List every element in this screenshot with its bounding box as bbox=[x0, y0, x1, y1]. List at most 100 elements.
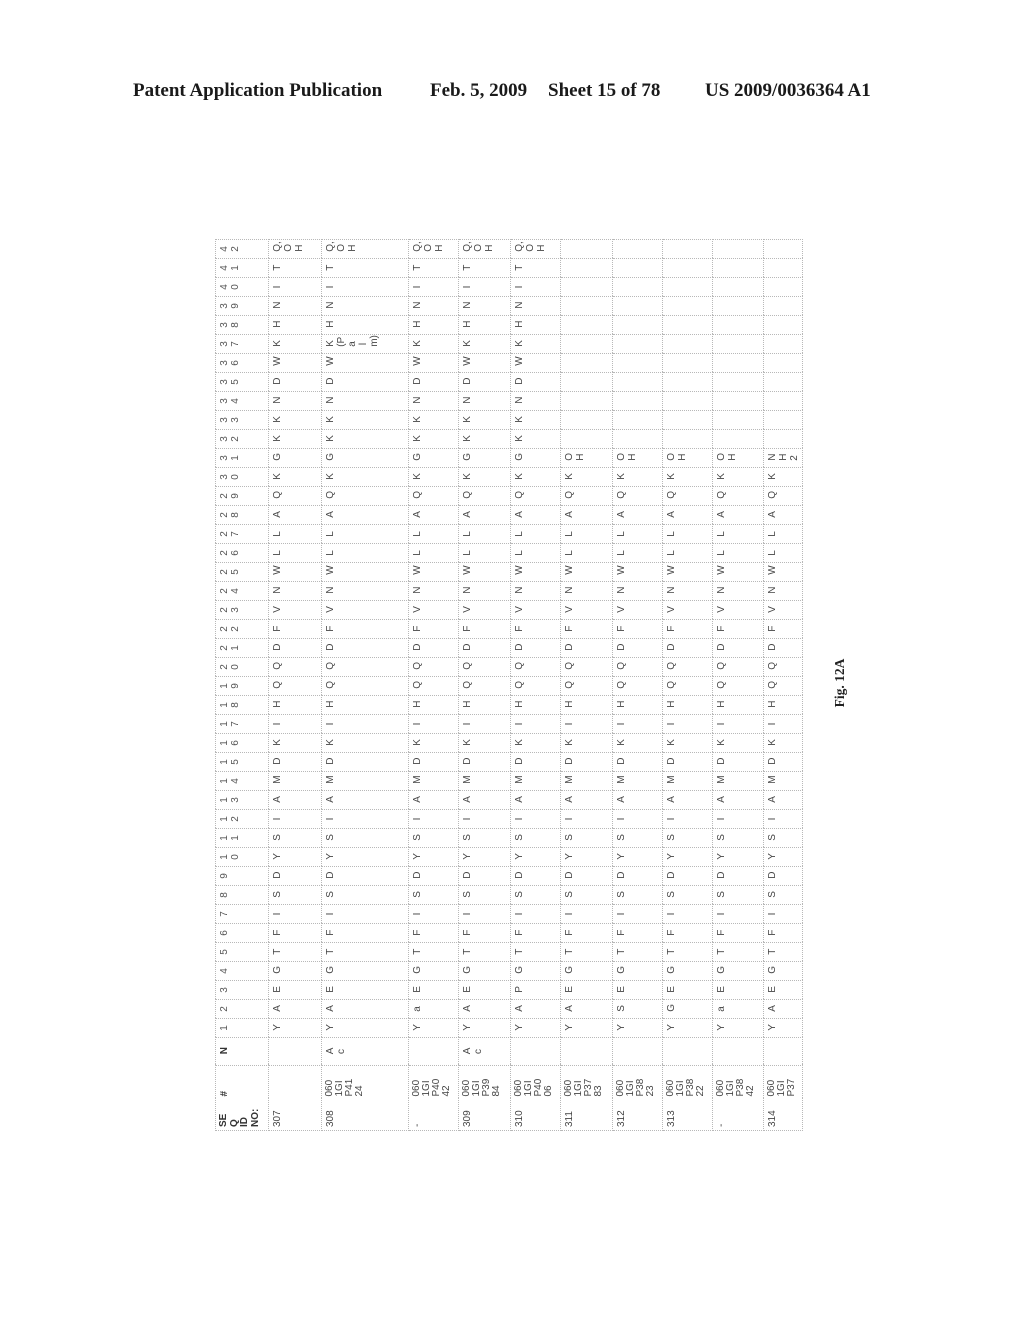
n-terminus-cell-text: Ac bbox=[325, 1047, 347, 1055]
residue-cell-text: Q,OH bbox=[462, 241, 495, 252]
residue-cell: a bbox=[408, 999, 459, 1019]
residue-cell: K bbox=[458, 467, 511, 487]
residue-cell-text: H bbox=[462, 320, 473, 328]
residue-cell-text: I bbox=[564, 722, 575, 726]
residue-cell bbox=[712, 277, 764, 297]
residue-cell: Y bbox=[712, 847, 764, 867]
residue-cell: H bbox=[408, 315, 459, 335]
residue-cell-text: F bbox=[716, 625, 727, 632]
residue-cell-text: Y bbox=[616, 1024, 627, 1031]
residue-cell: T bbox=[763, 942, 803, 962]
residue-cell: D bbox=[408, 752, 459, 772]
residue-cell-text: M bbox=[666, 775, 677, 784]
residue-cell bbox=[612, 277, 663, 297]
residue-cell-text: M bbox=[767, 775, 778, 784]
residue-cell-text: Q bbox=[325, 491, 336, 499]
residue-cell-text: Q bbox=[412, 681, 423, 689]
table-row: - 060 1GI P40 42 Ya E G T F I S D Y S I A M D K I H Q Q D F V N W… bbox=[408, 239, 459, 1131]
residue-cell-text: I bbox=[325, 285, 336, 289]
residue-cell-text: G bbox=[325, 453, 336, 461]
header-position: 16 bbox=[215, 733, 269, 753]
residue-cell: K bbox=[560, 467, 613, 487]
residue-cell: I bbox=[763, 714, 803, 734]
residue-cell: A bbox=[510, 790, 561, 810]
compound-number-cell: 060 1GI P37 bbox=[763, 1065, 803, 1099]
residue-cell-text: K bbox=[716, 739, 727, 746]
residue-cell-text: L bbox=[325, 531, 336, 537]
residue-cell: N bbox=[321, 296, 409, 316]
seq-id-cell-text: 312 bbox=[616, 1110, 627, 1127]
seq-id-cell: 313 bbox=[662, 1098, 713, 1131]
residue-cell: D bbox=[560, 866, 613, 886]
residue-cell-text: K bbox=[666, 473, 677, 480]
residue-cell-text: Y bbox=[272, 853, 283, 860]
residue-cell bbox=[560, 429, 613, 449]
residue-cell: Q bbox=[763, 486, 803, 506]
residue-cell bbox=[712, 410, 764, 430]
header-position: 2 bbox=[215, 999, 269, 1019]
residue-cell: T bbox=[268, 942, 322, 962]
residue-cell: K bbox=[268, 429, 322, 449]
residue-cell bbox=[662, 391, 713, 411]
residue-cell-text: Q bbox=[666, 681, 677, 689]
residue-cell-text: D bbox=[272, 871, 283, 879]
residue-cell-text: H bbox=[514, 320, 525, 328]
residue-cell-text: L bbox=[767, 531, 778, 537]
residue-cell-text: OH bbox=[666, 453, 688, 461]
residue-cell: F bbox=[321, 619, 409, 639]
residue-cell-text: F bbox=[564, 625, 575, 632]
compound-number-cell-text: 060 1GI P38 23 bbox=[615, 1078, 656, 1097]
residue-cell-text: I bbox=[767, 912, 778, 916]
residue-cell: Y bbox=[560, 1018, 613, 1038]
header-position-text: 28 bbox=[219, 512, 241, 518]
residue-cell: Q bbox=[408, 676, 459, 696]
residue-cell: F bbox=[268, 619, 322, 639]
residue-cell: E bbox=[408, 980, 459, 1000]
compound-number-cell: 060 1GI P40 42 bbox=[408, 1065, 459, 1099]
header-position: 32 bbox=[215, 429, 269, 449]
residue-cell: Q,OH bbox=[458, 239, 511, 259]
residue-cell: F bbox=[560, 923, 613, 943]
residue-cell-text: W bbox=[514, 356, 525, 366]
header-position-text: 4 bbox=[219, 968, 230, 974]
header-position-text: 21 bbox=[219, 645, 241, 651]
header-position: 17 bbox=[215, 714, 269, 734]
compound-number-cell: 060 1GI P38 42 bbox=[712, 1065, 764, 1099]
residue-cell: N bbox=[510, 391, 561, 411]
header-position: 4 bbox=[215, 961, 269, 981]
residue-cell: A bbox=[763, 790, 803, 810]
residue-cell-text: M bbox=[514, 775, 525, 784]
residue-cell-text: F bbox=[325, 929, 336, 936]
residue-cell: D bbox=[662, 638, 713, 658]
residue-cell-text: F bbox=[564, 929, 575, 936]
residue-cell: S bbox=[662, 885, 713, 905]
residue-cell: G bbox=[763, 961, 803, 981]
residue-cell-text: K bbox=[616, 473, 627, 480]
residue-cell-text: G bbox=[462, 966, 473, 974]
residue-cell-text: A bbox=[412, 796, 423, 803]
residue-cell-text: K bbox=[272, 473, 283, 480]
residue-cell: D bbox=[458, 866, 511, 886]
residue-cell-text: A bbox=[514, 796, 525, 803]
residue-cell: Q bbox=[458, 486, 511, 506]
seq-id-cell-text: 311 bbox=[564, 1111, 575, 1127]
residue-cell: L bbox=[712, 524, 764, 544]
residue-cell: K bbox=[408, 733, 459, 753]
header-position-text: 1 bbox=[219, 1025, 230, 1031]
residue-cell-text: K bbox=[514, 473, 525, 480]
residue-cell-text: D bbox=[616, 643, 627, 651]
residue-cell-text: Q bbox=[462, 681, 473, 689]
residue-cell-text: W bbox=[564, 565, 575, 575]
residue-cell-text: S bbox=[616, 1005, 627, 1012]
n-terminus-cell bbox=[408, 1037, 459, 1066]
residue-cell-text: I bbox=[462, 722, 473, 726]
residue-cell: D bbox=[321, 638, 409, 658]
residue-cell: M bbox=[458, 771, 511, 791]
residue-cell-text: A bbox=[514, 511, 525, 518]
residue-cell: D bbox=[458, 638, 511, 658]
residue-cell-text: I bbox=[272, 817, 283, 821]
residue-cell-text: W bbox=[666, 565, 677, 575]
publication-number: US 2009/0036364 A1 bbox=[705, 80, 871, 101]
header-position: 35 bbox=[215, 372, 269, 392]
residue-cell: K bbox=[268, 467, 322, 487]
